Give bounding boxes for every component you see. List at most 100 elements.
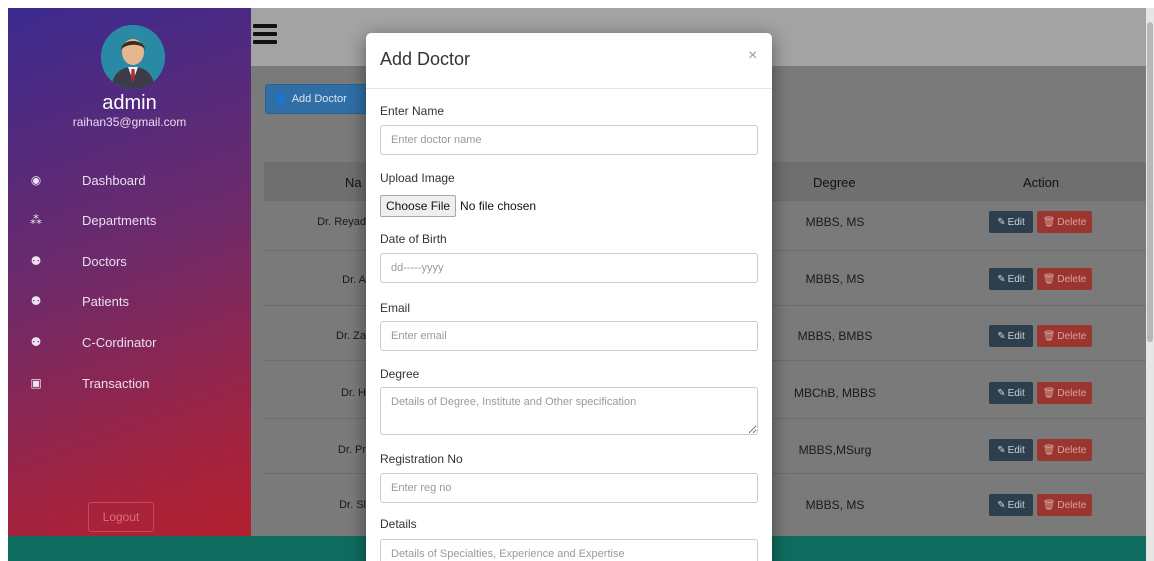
edit-label: Edit <box>1007 444 1025 456</box>
edit-label: Edit <box>1007 330 1025 342</box>
delete-label: Delete <box>1057 444 1087 456</box>
dob-input[interactable] <box>380 253 758 283</box>
edit-icon: ✎ <box>997 273 1006 285</box>
upload-image-label: Upload Image <box>380 171 455 185</box>
delete-button[interactable]: 🗑 Delete <box>1037 211 1092 233</box>
scrollbar-thumb[interactable] <box>1147 22 1153 342</box>
user-email: raihan35@gmail.com <box>72 115 187 129</box>
trash-icon: 🗑 <box>1042 273 1056 285</box>
trash-icon: 🗑 <box>1042 499 1056 511</box>
delete-label: Delete <box>1057 216 1087 228</box>
cell-doctor-name: Dr. A <box>342 274 366 286</box>
dashboard-icon: ◉ <box>30 173 42 187</box>
delete-button[interactable]: 🗑 Delete <box>1037 439 1092 461</box>
sidebar-item-label: C-Cordinator <box>82 334 157 350</box>
edit-icon: ✎ <box>997 387 1006 399</box>
delete-label: Delete <box>1057 330 1087 342</box>
edit-icon: ✎ <box>997 444 1006 456</box>
registration-label: Registration No <box>380 452 463 466</box>
delete-label: Delete <box>1057 499 1087 511</box>
users-icon: ⚉ <box>30 335 42 349</box>
cell-doctor-name: Dr. Reyad <box>317 216 366 228</box>
edit-button[interactable]: ✎ Edit <box>989 325 1033 347</box>
edit-label: Edit <box>1007 499 1025 511</box>
column-header-degree: Degree <box>813 175 856 190</box>
column-header-action: Action <box>1023 175 1060 190</box>
trash-icon: 🗑 <box>1042 216 1056 228</box>
sidebar-item-label: Doctors <box>82 253 127 269</box>
delete-label: Delete <box>1057 273 1087 285</box>
edit-icon: ✎ <box>997 330 1006 342</box>
edit-icon: ✎ <box>997 216 1006 228</box>
cell-doctor-name: Dr. Sl <box>339 499 366 511</box>
money-icon: ▣ <box>30 376 42 390</box>
registration-input[interactable] <box>380 473 758 503</box>
cell-doctor-name: Dr. Pr <box>337 444 366 456</box>
sidebar-item-c-cordinator[interactable]: ⚉ C-Cordinator <box>8 327 251 357</box>
delete-button[interactable]: 🗑 Delete <box>1037 382 1092 404</box>
edit-button[interactable]: ✎ Edit <box>989 439 1033 461</box>
email-input[interactable] <box>380 321 758 351</box>
sidebar-item-label: Departments <box>82 212 157 228</box>
edit-button[interactable]: ✎ Edit <box>989 268 1033 290</box>
degree-textarea[interactable] <box>380 387 758 435</box>
cell-degree: MBBS, MS <box>805 272 865 286</box>
sitemap-icon: ⁂ <box>30 213 42 227</box>
modal-title: Add Doctor <box>380 49 471 69</box>
file-status: No file chosen <box>460 199 537 213</box>
logout-button[interactable]: Logout <box>88 502 154 532</box>
close-icon[interactable]: × <box>748 47 757 65</box>
cell-degree: MBBS, BMBS <box>797 329 873 343</box>
sidebar-item-departments[interactable]: ⁂ Departments <box>8 205 251 235</box>
sidebar-item-patients[interactable]: ⚉ Patients <box>8 286 251 316</box>
dob-label: Date of Birth <box>380 232 447 246</box>
delete-button[interactable]: 🗑 Delete <box>1037 325 1092 347</box>
cell-doctor-name: Dr. Za <box>336 330 366 342</box>
details-label: Details <box>380 517 417 531</box>
cell-degree: MBBS, MS <box>805 215 865 229</box>
delete-label: Delete <box>1057 387 1087 399</box>
hamburger-menu-icon[interactable] <box>253 24 277 44</box>
cell-degree: MBBS,MSurg <box>798 443 872 457</box>
users-icon: ⚉ <box>30 254 42 268</box>
file-upload: Choose File No file chosen <box>380 195 536 217</box>
trash-icon: 🗑 <box>1042 387 1056 399</box>
sidebar-item-dashboard[interactable]: ◉ Dashboard <box>8 165 251 195</box>
add-doctor-button[interactable]: 👤 Add Doctor <box>265 84 370 114</box>
doctor-name-input[interactable] <box>380 125 758 155</box>
cell-doctor-name: Dr. H <box>340 387 366 399</box>
user-name: admin <box>102 92 157 114</box>
delete-button[interactable]: 🗑 Delete <box>1037 494 1092 516</box>
sidebar-item-transaction[interactable]: ▣ Transaction <box>8 368 251 398</box>
users-icon: ⚉ <box>30 294 42 308</box>
edit-button[interactable]: ✎ Edit <box>989 382 1033 404</box>
degree-label: Degree <box>380 367 420 381</box>
edit-label: Edit <box>1007 216 1025 228</box>
sidebar-item-label: Transaction <box>82 375 150 391</box>
sidebar-item-label: Dashboard <box>82 172 146 188</box>
add-doctor-label: Add Doctor <box>291 93 347 105</box>
delete-button[interactable]: 🗑 Delete <box>1037 268 1092 290</box>
edit-button[interactable]: ✎ Edit <box>989 494 1033 516</box>
cell-degree: MBBS, MS <box>805 498 865 512</box>
edit-label: Edit <box>1007 387 1025 399</box>
name-label: Enter Name <box>380 104 445 118</box>
avatar <box>101 25 165 89</box>
column-header-name: Na <box>345 175 362 190</box>
add-doctor-modal: Add Doctor × Enter Name Upload Image Cho… <box>366 33 772 561</box>
sidebar-item-doctors[interactable]: ⚉ Doctors <box>8 246 251 276</box>
choose-file-button[interactable]: Choose File <box>380 195 457 217</box>
edit-button[interactable]: ✎ Edit <box>989 211 1033 233</box>
email-label: Email <box>380 301 411 315</box>
sidebar-item-label: Patients <box>82 293 129 309</box>
modal-header: Add Doctor × <box>366 33 772 89</box>
user-avatar-icon <box>101 25 165 89</box>
trash-icon: 🗑 <box>1042 330 1056 342</box>
cell-degree: MBChB, MBBS <box>793 386 877 400</box>
details-textarea[interactable] <box>380 539 758 561</box>
edit-icon: ✎ <box>997 499 1006 511</box>
trash-icon: 🗑 <box>1042 444 1056 456</box>
top-strip <box>0 0 1154 8</box>
sidebar: admin raihan35@gmail.com ◉ Dashboard ⁂ D… <box>8 8 251 561</box>
user-plus-icon: 👤 <box>274 93 288 106</box>
